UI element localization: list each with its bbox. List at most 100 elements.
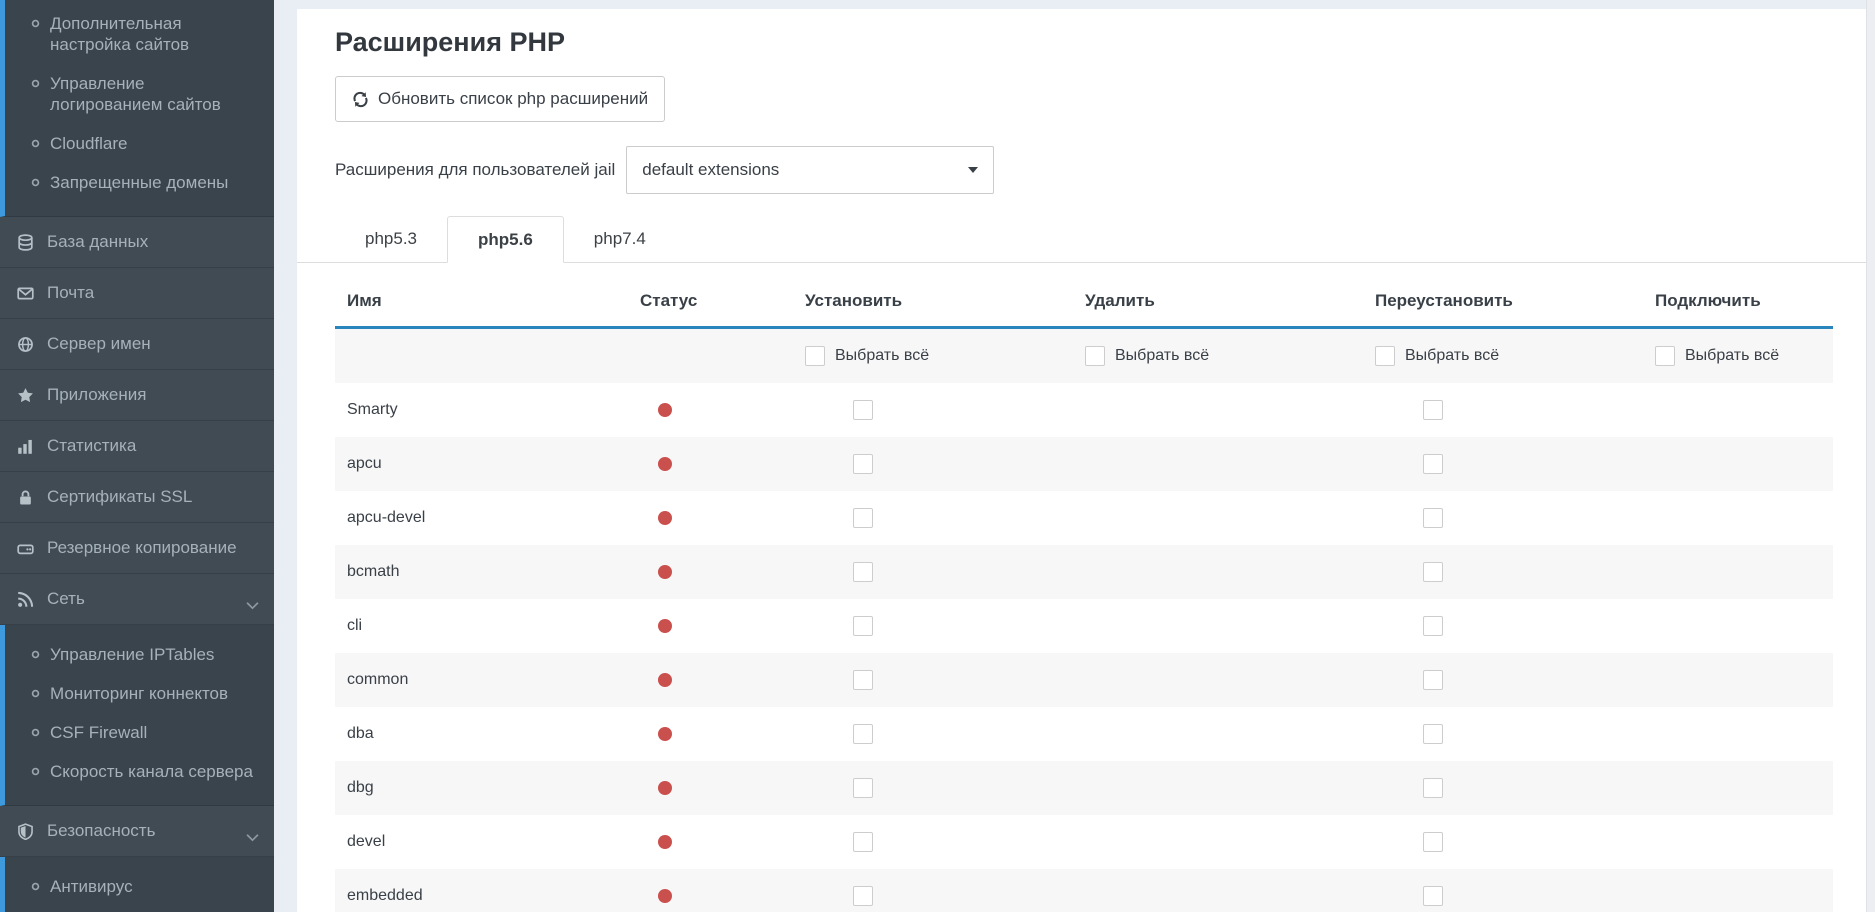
sidebar-item-statistics[interactable]: Статистика xyxy=(0,421,274,472)
select-all-label: Выбрать всё xyxy=(1115,347,1209,365)
reinstall-checkbox[interactable] xyxy=(1423,724,1443,744)
select-all-connect-checkbox[interactable] xyxy=(1655,346,1675,366)
sidebar-item-label: База данных xyxy=(47,232,148,252)
select-all-reinstall-cell: Выбрать всё xyxy=(1330,346,1610,366)
install-cell xyxy=(760,832,1040,852)
install-checkbox[interactable] xyxy=(853,508,873,528)
sidebar-subitem-csf-firewall[interactable]: CSF Firewall xyxy=(5,713,274,752)
select-all-install-checkbox[interactable] xyxy=(805,346,825,366)
sidebar-subitem-server-channel-speed[interactable]: Скорость канала сервера xyxy=(5,752,274,791)
sidebar-item-database[interactable]: База данных xyxy=(0,217,274,268)
status-dot xyxy=(658,565,672,579)
sidebar-item-label: Сертификаты SSL xyxy=(47,487,192,507)
install-checkbox[interactable] xyxy=(853,886,873,906)
sidebar-subitem-label: Cloudflare xyxy=(50,133,128,154)
refresh-icon xyxy=(352,91,369,108)
extension-name: apcu xyxy=(335,455,590,473)
reinstall-checkbox[interactable] xyxy=(1423,508,1443,528)
reinstall-checkbox[interactable] xyxy=(1423,454,1443,474)
status-cell xyxy=(590,781,760,795)
sidebar-subitem-banned-domains[interactable]: Запрещенные домены xyxy=(5,163,274,202)
table-header-row: Имя Статус Установить Удалить Переустано… xyxy=(335,276,1833,326)
reinstall-cell xyxy=(1330,508,1610,528)
extension-name: apcu-devel xyxy=(335,509,590,527)
table-row: cli xyxy=(335,599,1833,653)
column-header-delete: Удалить xyxy=(1040,291,1330,311)
jail-extensions-select[interactable]: default extensions xyxy=(626,146,994,194)
sidebar-subitem-connection-monitoring[interactable]: Мониторинг коннектов xyxy=(5,674,274,713)
lock-icon xyxy=(14,489,36,506)
install-cell xyxy=(760,454,1040,474)
reinstall-checkbox[interactable] xyxy=(1423,886,1443,906)
reinstall-checkbox[interactable] xyxy=(1423,832,1443,852)
scrollbar[interactable] xyxy=(1866,0,1875,912)
reinstall-checkbox[interactable] xyxy=(1423,778,1443,798)
sidebar-item-security[interactable]: Безопасность xyxy=(0,806,274,857)
install-checkbox[interactable] xyxy=(853,778,873,798)
tab-php56[interactable]: php5.6 xyxy=(447,216,564,263)
install-checkbox[interactable] xyxy=(853,616,873,636)
sidebar-item-mail[interactable]: Почта xyxy=(0,268,274,319)
rss-icon xyxy=(14,591,36,608)
jail-selected-option: default extensions xyxy=(642,160,779,180)
reinstall-cell xyxy=(1330,454,1610,474)
select-all-delete-checkbox[interactable] xyxy=(1085,346,1105,366)
extension-name: dba xyxy=(335,725,590,743)
select-all-reinstall-checkbox[interactable] xyxy=(1375,346,1395,366)
reinstall-cell xyxy=(1330,832,1610,852)
table-row: dba xyxy=(335,707,1833,761)
table-row: apcu xyxy=(335,437,1833,491)
sidebar-item-label: Статистика xyxy=(47,436,136,456)
reinstall-checkbox[interactable] xyxy=(1423,400,1443,420)
tab-php74[interactable]: php7.4 xyxy=(564,216,676,261)
sidebar-subitem-label: Мониторинг коннектов xyxy=(50,683,228,704)
install-cell xyxy=(760,616,1040,636)
install-cell xyxy=(760,886,1040,906)
reinstall-checkbox[interactable] xyxy=(1423,670,1443,690)
install-cell xyxy=(760,670,1040,690)
sidebar-item-applications[interactable]: Приложения xyxy=(0,370,274,421)
sidebar-subitem-extra-site-settings[interactable]: Дополнительная настройка сайтов xyxy=(5,4,274,64)
table-row: apcu-devel xyxy=(335,491,1833,545)
reinstall-checkbox[interactable] xyxy=(1423,562,1443,582)
reinstall-cell xyxy=(1330,562,1610,582)
install-cell xyxy=(760,778,1040,798)
status-cell xyxy=(590,727,760,741)
table-row: bcmath xyxy=(335,545,1833,599)
sidebar-subitem-cloudflare[interactable]: Cloudflare xyxy=(5,124,274,163)
install-checkbox[interactable] xyxy=(853,562,873,582)
circle-icon xyxy=(31,650,40,659)
sidebar-item-ssl-certificates[interactable]: Сертификаты SSL xyxy=(0,472,274,523)
install-checkbox[interactable] xyxy=(853,670,873,690)
install-checkbox[interactable] xyxy=(853,454,873,474)
install-checkbox[interactable] xyxy=(853,832,873,852)
sidebar-submenu: Дополнительная настройка сайтовУправлени… xyxy=(0,0,274,217)
sidebar-item-label: Почта xyxy=(47,283,94,303)
sidebar-item-backup[interactable]: Резервное копирование xyxy=(0,523,274,574)
table-row: embedded xyxy=(335,869,1833,912)
refresh-button-label: Обновить список php расширений xyxy=(378,89,648,109)
sidebar-item-nameserver[interactable]: Сервер имен xyxy=(0,319,274,370)
refresh-extensions-button[interactable]: Обновить список php расширений xyxy=(335,76,665,122)
sidebar-subitem-site-logging[interactable]: Управление логированием сайтов xyxy=(5,64,274,124)
tab-php53[interactable]: php5.3 xyxy=(335,216,447,261)
sidebar-item-label: Резервное копирование xyxy=(47,538,237,558)
sidebar-item-network[interactable]: Сеть xyxy=(0,574,274,625)
circle-icon xyxy=(31,882,40,891)
sidebar-subitem-antivirus[interactable]: Антивирус xyxy=(5,867,274,906)
chevron-down-icon xyxy=(246,595,259,615)
status-cell xyxy=(590,673,760,687)
status-dot xyxy=(658,727,672,741)
extension-name: bcmath xyxy=(335,563,590,581)
reinstall-cell xyxy=(1330,616,1610,636)
sidebar-subitem-iptables[interactable]: Управление IPTables xyxy=(5,635,274,674)
reinstall-checkbox[interactable] xyxy=(1423,616,1443,636)
install-checkbox[interactable] xyxy=(853,724,873,744)
sidebar-item-label: Безопасность xyxy=(47,821,155,841)
circle-icon xyxy=(31,689,40,698)
install-checkbox[interactable] xyxy=(853,400,873,420)
status-cell xyxy=(590,457,760,471)
sidebar-subitem-label: Антивирус xyxy=(50,876,133,897)
table-body: Smartyapcuapcu-develbcmathclicommondbadb… xyxy=(335,383,1833,912)
circle-icon xyxy=(31,728,40,737)
